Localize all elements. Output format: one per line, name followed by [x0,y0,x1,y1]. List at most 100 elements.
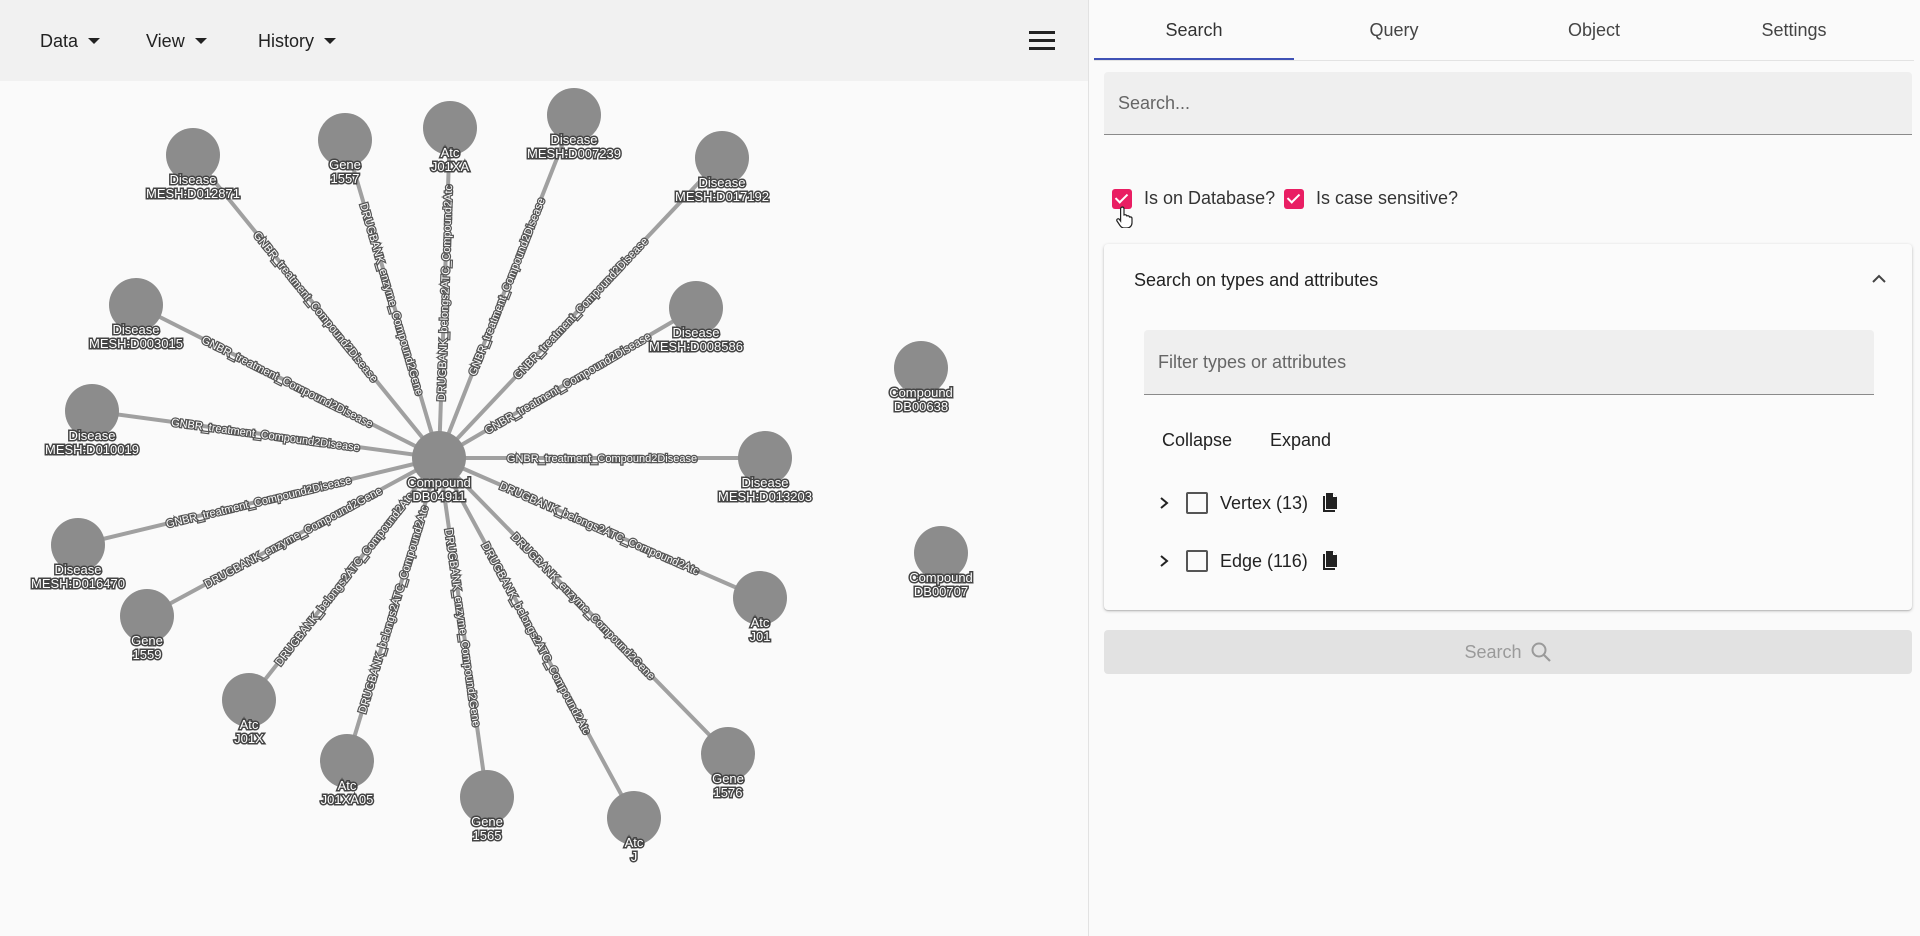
side-panel: Search Query Object Settings Is on Datab… [1090,0,1920,936]
graph-node[interactable]: Gene1565 [460,770,514,845]
search-button-label: Search [1464,641,1522,662]
hamburger-menu-icon[interactable] [1029,31,1055,51]
tab-settings[interactable]: Settings [1694,0,1894,60]
graph-node[interactable]: AtcJ01 [733,571,787,646]
on-database-option[interactable]: Is on Database? [1112,188,1275,209]
node-type-label: Disease [113,322,160,337]
case-sensitive-option[interactable]: Is case sensitive? [1284,188,1458,209]
graph-node[interactable]: Gene1557 [318,113,372,188]
graph-node[interactable]: CompoundDB00638 [888,341,954,416]
collapse-button[interactable]: Collapse [1162,430,1232,451]
data-menu-label: Data [40,30,79,51]
node-type-label: Atc [751,615,770,630]
node-id-label: MESH:D007239 [527,146,621,161]
node-id-label: 1557 [331,171,360,186]
edge-label: GNBR_treatment_Compound2Disease [170,417,360,454]
node-id-label: MESH:D003015 [89,336,183,351]
case-sensitive-label: Is case sensitive? [1316,188,1459,208]
copy-icon[interactable] [1322,493,1338,513]
graph-node[interactable]: DiseaseMESH:D008586 [648,281,744,356]
node-id-label: 1559 [133,647,162,662]
chevron-right-icon[interactable] [1154,495,1174,511]
node-type-label: Atc [338,778,357,793]
edge-label: DRUGBANK_belongs2ATC_Compound2Atc [479,541,593,737]
view-menu-label: View [146,30,185,51]
graph-node[interactable]: AtcJ01X [222,673,276,748]
edge-label: DRUGBANK_belongs2ATC_Compound2Atc [357,504,431,715]
edge-label: Edge (116) [1220,550,1308,571]
tab-query[interactable]: Query [1294,0,1494,60]
edge-checkbox[interactable] [1186,550,1208,572]
edge-label: DRUGBANK_belongs2ATC_Compound2Atc [273,490,416,668]
graph-node[interactable]: AtcJ01XA [423,101,477,176]
edge-label: DRUGBANK_enzyme_Compound2Gene [203,485,385,591]
tab-search[interactable]: Search [1094,0,1294,60]
menu-bar: Data View History [0,0,1088,81]
node-id-label: DB00638 [894,399,948,414]
node-type-label: Disease [170,172,217,187]
node-id-label: MESH:D016470 [31,576,125,591]
graph-node[interactable]: AtcJ [607,791,661,866]
search-field [1104,72,1912,135]
edge-label: DRUGBANK_enzyme_Compound2Gene [509,531,657,682]
node-id-label: 1565 [473,828,502,843]
node-type-label: Compound [889,385,953,400]
filter-input[interactable] [1144,330,1872,394]
data-menu-button[interactable]: Data [40,26,101,56]
node-id-label: DB00707 [914,584,968,599]
node-id-label: MESH:D010019 [45,442,139,457]
node-id-label: MESH:D013203 [718,489,812,504]
node-id-label: J01X [234,731,264,746]
node-type-label: Compound [909,570,973,585]
graph-node[interactable]: CompoundDB04911 [406,431,472,506]
node-type-label: Disease [69,428,116,443]
node-id-label: MESH:D008586 [649,339,743,354]
expand-button[interactable]: Expand [1270,430,1331,451]
graph-node[interactable]: DiseaseMESH:D012871 [145,128,241,203]
node-type-label: Disease [673,325,720,340]
graph-node[interactable]: DiseaseMESH:D003015 [88,278,184,353]
node-id-label: J01XA [431,159,470,174]
graph-node[interactable]: DiseaseMESH:D013203 [717,431,813,506]
graph-canvas[interactable]: GNBR_treatment_Compound2Disease DRUGBANK_… [0,81,1088,936]
graph-node[interactable]: DiseaseMESH:D007239 [526,88,622,163]
hand-cursor-icon [1116,206,1133,228]
graph-node[interactable]: AtcJ01XA05 [319,734,375,809]
edge-label: DRUGBANK_enzyme_Compound2Gene [442,528,482,728]
node-type-label: Gene [471,814,503,829]
node-type-label: Disease [551,132,598,147]
node-id-label: J01XA05 [321,792,374,807]
edge-label: GNBR_treatment_Compound2Disease [507,453,697,465]
chevron-right-icon[interactable] [1154,553,1174,569]
node-type-label: Gene [329,157,361,172]
node-type-label: Compound [407,475,471,490]
tree-item-edge: Edge (116) [1154,550,1338,572]
graph-node[interactable]: CompoundDB00707 [908,526,974,601]
on-database-label: Is on Database? [1144,188,1276,208]
node-id-label: J [631,849,638,864]
case-sensitive-checkbox[interactable] [1284,188,1304,209]
graph-node[interactable]: Gene1576 [701,727,755,802]
node-type-label: Gene [712,771,744,786]
graph-node[interactable]: DiseaseMESH:D016470 [30,518,126,593]
caret-down-icon [88,38,101,44]
vertex-label: Vertex (13) [1220,492,1309,513]
graph-node[interactable]: Gene1559 [120,589,174,664]
filter-field [1144,330,1874,395]
chevron-up-icon[interactable] [1870,270,1888,288]
caret-down-icon [194,38,207,44]
copy-icon[interactable] [1322,551,1338,571]
search-button[interactable]: Search [1104,630,1912,674]
vertex-checkbox[interactable] [1186,492,1208,514]
tab-bar: Search Query Object Settings [1094,0,1914,61]
graph-node[interactable]: DiseaseMESH:D017192 [674,131,770,206]
edge-label: GNBR_treatment_Compound2Disease [251,230,380,385]
search-input[interactable] [1104,72,1912,134]
node-id-label: MESH:D017192 [675,189,769,204]
graph-node[interactable]: DiseaseMESH:D010019 [44,384,140,459]
tab-object[interactable]: Object [1494,0,1694,60]
view-menu-button[interactable]: View [146,26,207,56]
attributes-expansion-panel: Search on types and attributes Collapse … [1104,244,1912,610]
graph-panel: Data View History GNBR_treatment_Compoun… [0,0,1089,936]
history-menu-button[interactable]: History [258,26,337,56]
